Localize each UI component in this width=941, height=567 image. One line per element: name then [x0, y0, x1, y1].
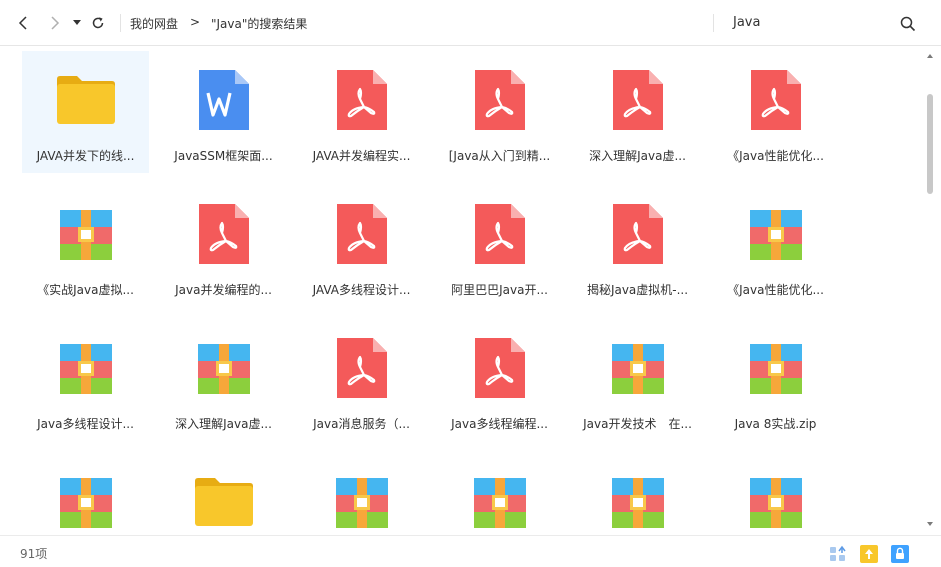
- top-toolbar: 我的网盘 > "Java"的搜索结果 Java: [0, 0, 941, 46]
- chevron-left-icon: [18, 16, 27, 30]
- zip-archive-icon: [469, 471, 531, 533]
- file-item[interactable]: 深入理解Java虚...: [160, 319, 287, 441]
- status-bar: 91项: [0, 535, 941, 567]
- file-item[interactable]: 《Java性能优化...: [712, 51, 839, 173]
- file-item[interactable]: Java多线程编程...: [436, 319, 563, 441]
- pdf-icon: [469, 203, 531, 265]
- zip-archive-icon: [55, 337, 117, 399]
- zip-archive-icon: [745, 203, 807, 265]
- file-item[interactable]: Java多线程设计...: [22, 319, 149, 441]
- file-item[interactable]: [574, 453, 701, 535]
- toolbar-divider: [120, 14, 121, 32]
- file-item[interactable]: [436, 453, 563, 535]
- lock-icon[interactable]: [891, 545, 909, 563]
- pdf-icon: [193, 203, 255, 265]
- file-item[interactable]: [22, 453, 149, 535]
- file-name: 《实战Java虚拟...: [37, 283, 134, 297]
- chevron-right-icon: [51, 16, 60, 30]
- breadcrumb-root[interactable]: 我的网盘: [130, 15, 178, 32]
- file-item[interactable]: [298, 453, 425, 535]
- pdf-icon: [607, 203, 669, 265]
- file-item[interactable]: 阿里巴巴Java开...: [436, 185, 563, 307]
- file-item[interactable]: JAVA并发下的线...: [22, 51, 149, 173]
- file-item[interactable]: [712, 453, 839, 535]
- pdf-icon: [607, 69, 669, 131]
- file-grid: JAVA并发下的线... JavaSSM框架面... JAVA并发编程实... [Ja…: [0, 46, 920, 535]
- file-item[interactable]: Java消息服务（...: [298, 319, 425, 441]
- file-item[interactable]: 深入理解Java虚...: [574, 51, 701, 173]
- file-name: 阿里巴巴Java开...: [451, 283, 548, 297]
- caret-down-icon: [73, 20, 81, 25]
- file-item[interactable]: [Java从入门到精...: [436, 51, 563, 173]
- pdf-icon: [469, 337, 531, 399]
- pdf-icon: [745, 69, 807, 131]
- file-name: [Java从入门到精...: [448, 149, 551, 163]
- file-item[interactable]: Java 8实战.zip: [712, 319, 839, 441]
- file-name: Java消息服务（...: [313, 417, 410, 431]
- file-name: 深入理解Java虚...: [589, 149, 686, 163]
- refresh-icon: [92, 17, 104, 29]
- file-name: Java开发技术 在...: [583, 417, 692, 431]
- breadcrumb-current: "Java"的搜索结果: [211, 17, 308, 31]
- zip-archive-icon: [607, 471, 669, 533]
- forward-button[interactable]: [44, 13, 64, 33]
- file-item[interactable]: [160, 453, 287, 535]
- file-item[interactable]: 《Java性能优化...: [712, 185, 839, 307]
- folder-icon: [193, 471, 255, 533]
- history-dropdown-button[interactable]: [67, 13, 87, 33]
- zip-archive-icon: [745, 471, 807, 533]
- search-divider: [713, 14, 714, 32]
- file-name: 揭秘Java虚拟机-...: [586, 283, 689, 297]
- upload-icon[interactable]: [860, 545, 878, 563]
- item-count: 91项: [20, 547, 48, 561]
- pdf-icon: [331, 69, 393, 131]
- search-input[interactable]: Java: [733, 15, 760, 30]
- file-name: 《Java性能优化...: [727, 283, 824, 297]
- zip-archive-icon: [55, 471, 117, 533]
- file-name: Java并发编程的...: [175, 283, 272, 297]
- file-name: Java 8实战.zip: [734, 417, 817, 431]
- file-item[interactable]: JAVA多线程设计...: [298, 185, 425, 307]
- file-name: 深入理解Java虚...: [175, 417, 272, 431]
- word-doc-icon: [193, 69, 255, 131]
- file-item[interactable]: 揭秘Java虚拟机-...: [574, 185, 701, 307]
- zip-archive-icon: [193, 337, 255, 399]
- file-name: 《Java性能优化...: [727, 149, 824, 163]
- zip-archive-icon: [607, 337, 669, 399]
- zip-archive-icon: [745, 337, 807, 399]
- file-item[interactable]: Java开发技术 在...: [574, 319, 701, 441]
- file-item[interactable]: Java并发编程的...: [160, 185, 287, 307]
- file-name: JavaSSM框架面...: [174, 149, 273, 163]
- file-name: JAVA并发编程实...: [312, 149, 411, 163]
- scroll-down-arrow[interactable]: [925, 519, 935, 529]
- file-name: Java多线程设计...: [37, 417, 134, 431]
- scrollbar-thumb[interactable]: [927, 94, 933, 194]
- file-item[interactable]: JAVA并发编程实...: [298, 51, 425, 173]
- back-button[interactable]: [14, 13, 34, 33]
- folder-icon: [55, 69, 117, 131]
- pdf-icon: [469, 69, 531, 131]
- breadcrumb-separator: >: [190, 15, 201, 29]
- zip-archive-icon: [331, 471, 393, 533]
- file-item[interactable]: JavaSSM框架面...: [160, 51, 287, 173]
- file-name: JAVA多线程设计...: [312, 283, 411, 297]
- search-icon[interactable]: [900, 16, 916, 32]
- file-name: Java多线程编程...: [451, 417, 548, 431]
- refresh-button[interactable]: [88, 13, 108, 33]
- view-toggle-icon[interactable]: [829, 545, 847, 563]
- zip-archive-icon: [55, 203, 117, 265]
- pdf-icon: [331, 337, 393, 399]
- file-name: JAVA并发下的线...: [36, 149, 135, 163]
- pdf-icon: [331, 203, 393, 265]
- file-item[interactable]: 《实战Java虚拟...: [22, 185, 149, 307]
- scroll-up-arrow[interactable]: [925, 51, 935, 61]
